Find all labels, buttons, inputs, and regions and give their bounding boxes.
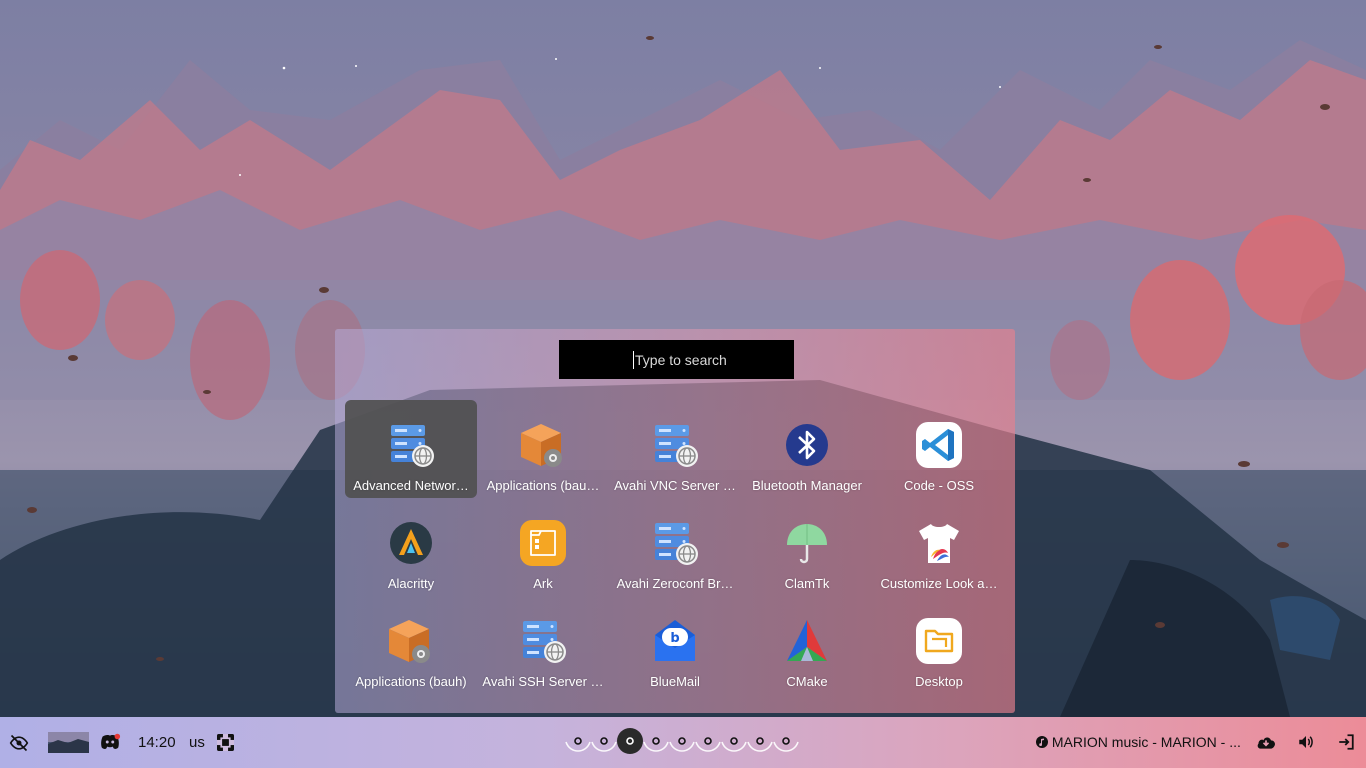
app-tile[interactable]: Bluetooth Manager <box>741 400 873 498</box>
vscode-icon <box>915 421 963 469</box>
app-label: Desktop <box>915 674 963 689</box>
app-tile[interactable]: Advanced Networ… <box>345 400 477 498</box>
app-tile[interactable]: Applications (bauh) <box>345 596 477 694</box>
taskbar: 14:20 us MARION music - MARION - ... <box>0 717 1366 768</box>
workspace-indicator[interactable] <box>591 728 617 756</box>
volume-icon[interactable] <box>1297 733 1315 751</box>
app-label: Advanced Networ… <box>353 478 469 493</box>
network-server-icon <box>651 421 699 469</box>
app-tile[interactable]: Avahi VNC Server … <box>609 400 741 498</box>
screenshot-icon[interactable] <box>217 734 234 751</box>
network-server-icon <box>387 421 435 469</box>
app-tile[interactable]: Ark <box>477 498 609 596</box>
app-tile[interactable]: CMake <box>741 596 873 694</box>
workspace-indicator[interactable] <box>721 728 747 756</box>
window-thumbnail[interactable] <box>48 732 89 753</box>
archive-icon <box>519 519 567 567</box>
clock[interactable]: 14:20 <box>138 734 176 751</box>
discord-icon[interactable] <box>99 732 121 752</box>
app-tile[interactable]: Alacritty <box>345 498 477 596</box>
app-label: Applications (bauh) <box>355 674 467 689</box>
music-note-icon <box>1036 736 1048 748</box>
search-input[interactable]: Type to search <box>559 340 794 379</box>
app-tile[interactable]: Avahi SSH Server … <box>477 596 609 694</box>
package-box-icon <box>519 421 567 469</box>
keyboard-layout[interactable]: us <box>189 734 205 751</box>
app-label: Ark <box>533 576 553 591</box>
app-tile[interactable]: Customize Look a… <box>873 498 1005 596</box>
app-label: CMake <box>786 674 828 689</box>
logout-icon[interactable] <box>1337 733 1355 751</box>
workspace-indicator[interactable] <box>773 728 799 756</box>
app-launcher: Type to search Advanced Networ… Applicat… <box>335 329 1015 713</box>
app-tile[interactable]: Code - OSS <box>873 400 1005 498</box>
app-label: Code - OSS <box>903 478 975 493</box>
media-player[interactable]: MARION music - MARION - ... <box>1036 734 1241 750</box>
app-tile[interactable]: Desktop <box>873 596 1005 694</box>
workspace-indicator-active[interactable] <box>617 728 643 756</box>
search-placeholder: Type to search <box>635 352 727 368</box>
network-server-icon <box>651 519 699 567</box>
folder-icon <box>915 617 963 665</box>
app-label: Avahi SSH Server … <box>482 674 604 689</box>
app-tile[interactable]: b BlueMail <box>609 596 741 694</box>
svg-text:b: b <box>670 631 679 646</box>
bluemail-icon: b <box>651 617 699 665</box>
cmake-icon <box>783 617 831 665</box>
app-tile[interactable]: ClamTk <box>741 498 873 596</box>
workspace-indicator[interactable] <box>643 728 669 756</box>
app-label: Avahi Zeroconf Br… <box>616 576 734 591</box>
workspace-indicator[interactable] <box>695 728 721 756</box>
app-label: Applications (bau… <box>486 478 600 493</box>
app-label: Alacritty <box>387 576 435 591</box>
workspace-indicator[interactable] <box>565 728 591 756</box>
app-tile[interactable]: Applications (bau… <box>477 400 609 498</box>
media-title: MARION music - MARION - ... <box>1051 734 1241 750</box>
eye-slash-icon[interactable] <box>9 733 29 753</box>
bluetooth-icon <box>783 421 831 469</box>
umbrella-icon <box>783 519 831 567</box>
workspace-indicator[interactable] <box>669 728 695 756</box>
app-label: ClamTk <box>784 576 830 591</box>
app-label: Avahi VNC Server … <box>614 478 736 493</box>
tshirt-icon <box>915 519 963 567</box>
app-label: Customize Look a… <box>880 576 998 591</box>
cloud-download-icon[interactable] <box>1256 733 1276 751</box>
package-box-icon <box>387 617 435 665</box>
app-label: Bluetooth Manager <box>752 478 862 493</box>
alacritty-icon <box>387 519 435 567</box>
network-server-icon <box>519 617 567 665</box>
app-label: BlueMail <box>650 674 700 689</box>
workspace-indicator[interactable] <box>747 728 773 756</box>
text-cursor <box>633 351 634 369</box>
app-tile[interactable]: Avahi Zeroconf Br… <box>609 498 741 596</box>
